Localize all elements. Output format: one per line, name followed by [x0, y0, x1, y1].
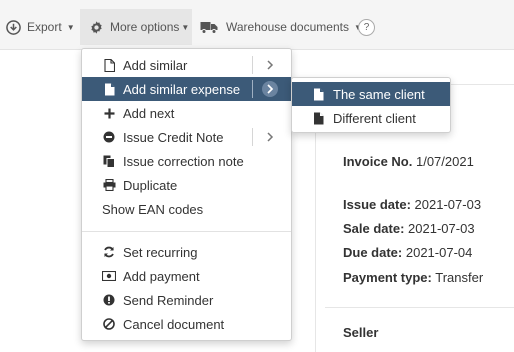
chevron-right-icon[interactable] — [262, 57, 278, 73]
more-options-menu: Add similar Add similar expense Add next… — [81, 48, 292, 341]
gear-icon — [89, 20, 104, 35]
menu-item-label: Add next — [123, 105, 175, 121]
caret-down-icon: ▼ — [181, 22, 190, 32]
minus-circle-icon — [102, 131, 116, 143]
file-filled-icon — [102, 83, 116, 96]
menu-item-separator — [252, 80, 253, 98]
menu-item-label: Show EAN codes — [102, 201, 204, 217]
more-options-label: More options — [110, 20, 180, 34]
help-icon[interactable]: ? — [358, 19, 375, 36]
menu-item-separator — [252, 56, 253, 74]
due-date: Due date: 2021-07-04 — [343, 245, 472, 260]
issue-date-label: Issue date: — [343, 197, 411, 212]
menu-item-add-similar-expense[interactable]: Add similar expense — [82, 77, 291, 101]
menu-item-add-payment[interactable]: Add payment — [82, 264, 291, 288]
export-label: Export — [27, 20, 62, 34]
export-button[interactable]: Export ▼ — [6, 9, 75, 45]
submenu-item-different-client[interactable]: Different client — [292, 106, 450, 130]
due-date-label: Due date: — [343, 245, 403, 260]
refresh-icon — [102, 246, 116, 258]
payment-type: Payment type: Transfer — [343, 270, 483, 285]
invoice-number-value: 1/07/2021 — [415, 154, 474, 169]
sale-date: Sale date: 2021-07-03 — [343, 221, 475, 236]
toolbar: Export ▼ More options ▼ Warehouse docume… — [0, 0, 514, 50]
menu-item-set-recurring[interactable]: Set recurring — [82, 240, 291, 264]
add-similar-expense-submenu: The same client Different client — [291, 77, 451, 133]
invoice-number: Invoice No. 1/07/2021 — [343, 154, 474, 169]
menu-item-label: Add similar expense — [123, 81, 241, 97]
menu-item-label: Issue Credit Note — [123, 129, 224, 145]
copy-file-icon — [102, 155, 116, 168]
menu-divider — [82, 231, 291, 232]
menu-item-label: Add similar — [123, 57, 188, 73]
due-date-value: 2021-07-04 — [405, 245, 473, 260]
money-icon — [102, 271, 116, 281]
seller-label: Seller — [343, 325, 379, 340]
menu-item-duplicate[interactable]: Duplicate — [82, 173, 291, 197]
menu-item-label: Cancel document — [123, 316, 225, 332]
menu-item-issue-credit-note[interactable]: Issue Credit Note — [82, 125, 291, 149]
menu-item-add-next[interactable]: Add next — [82, 101, 291, 125]
menu-item-label: Send Reminder — [123, 292, 214, 308]
menu-item-separator — [252, 128, 253, 146]
more-options-button[interactable]: More options ▼ — [80, 9, 192, 45]
menu-item-label: Set recurring — [123, 244, 198, 260]
menu-item-send-reminder[interactable]: Send Reminder — [82, 288, 291, 312]
menu-item-issue-correction-note[interactable]: Issue correction note — [82, 149, 291, 173]
file-filled-icon — [312, 88, 324, 101]
print-icon — [102, 179, 116, 191]
warehouse-documents-button[interactable]: Warehouse documents ▼ — [200, 9, 362, 45]
exclamation-circle-icon — [102, 294, 116, 306]
submenu-item-label: The same client — [333, 86, 425, 102]
issue-date: Issue date: 2021-07-03 — [343, 197, 481, 212]
submenu-item-label: Different client — [333, 110, 416, 126]
file-filled-icon — [312, 112, 324, 125]
plus-icon — [102, 108, 116, 119]
menu-item-show-ean-codes[interactable]: Show EAN codes — [82, 197, 291, 221]
file-outline-icon — [102, 58, 116, 72]
payment-type-value: Transfer — [435, 270, 484, 285]
menu-item-cancel-document[interactable]: Cancel document — [82, 312, 291, 336]
submenu-item-the-same-client[interactable]: The same client — [292, 82, 450, 106]
payment-type-label: Payment type: — [343, 270, 432, 285]
chevron-right-icon[interactable] — [262, 81, 278, 97]
menu-item-add-similar[interactable]: Add similar — [82, 53, 291, 77]
menu-item-label: Add payment — [123, 268, 200, 284]
caret-down-icon: ▼ — [66, 22, 75, 32]
download-circle-icon — [6, 19, 21, 35]
chevron-right-icon[interactable] — [262, 129, 278, 145]
warehouse-documents-label: Warehouse documents — [226, 20, 349, 34]
section-divider — [325, 307, 514, 308]
menu-item-label: Duplicate — [123, 177, 178, 193]
sale-date-value: 2021-07-03 — [408, 221, 475, 236]
menu-item-label: Issue correction note — [123, 153, 244, 169]
ban-icon — [102, 318, 116, 330]
sale-date-label: Sale date: — [343, 221, 405, 236]
truck-icon — [200, 20, 218, 34]
invoice-number-label: Invoice No. — [343, 154, 413, 169]
seller-heading: Seller — [343, 325, 378, 340]
issue-date-value: 2021-07-03 — [414, 197, 482, 212]
